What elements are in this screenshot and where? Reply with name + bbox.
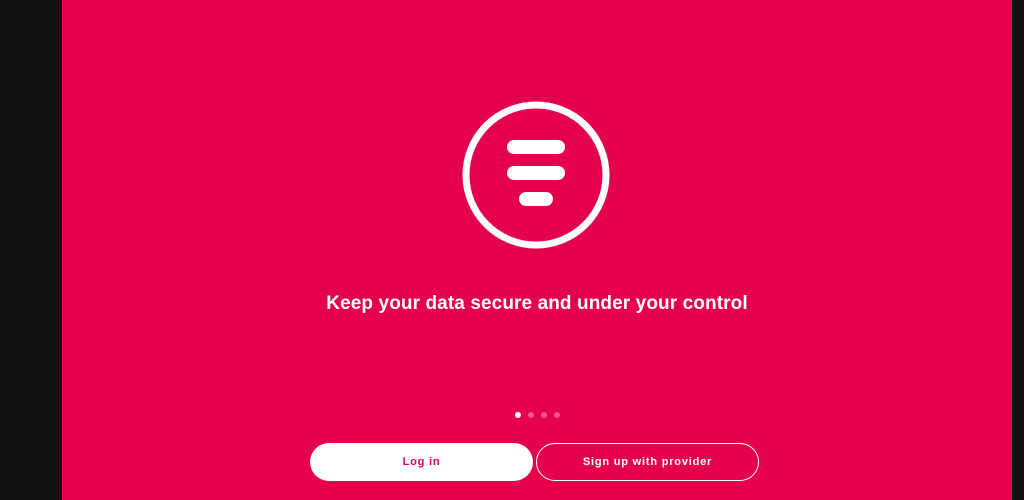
onboarding-screen: Keep your data secure and under your con…: [62, 0, 1012, 500]
signup-button-label: Sign up with provider: [582, 456, 713, 468]
logo-graphic: [462, 101, 610, 249]
onboarding-tagline: Keep your data secure and under your con…: [326, 293, 748, 314]
login-button-label: Log in: [402, 456, 441, 468]
window-right-edge: [1012, 0, 1024, 500]
screen-frame: Keep your data secure and under your con…: [0, 0, 1024, 500]
login-button[interactable]: Log in: [310, 443, 533, 481]
page-indicator: [62, 412, 1012, 418]
page-dot-2[interactable]: [527, 412, 534, 418]
page-dot-4[interactable]: [553, 412, 560, 418]
page-dot-1[interactable]: [514, 412, 521, 418]
signup-with-provider-button[interactable]: Sign up with provider: [536, 443, 759, 481]
page-dot-3[interactable]: [540, 412, 547, 418]
app-logo-icon: [461, 100, 611, 250]
